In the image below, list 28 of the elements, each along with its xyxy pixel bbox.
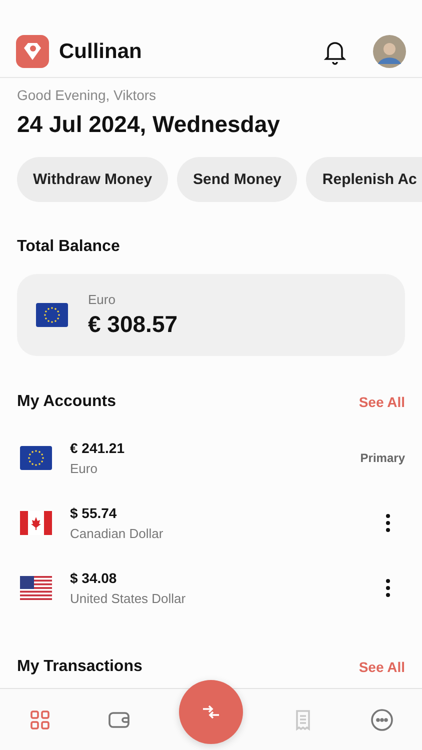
more-options-icon[interactable] — [386, 578, 390, 596]
currency-label: Euro — [88, 292, 116, 307]
avatar-icon[interactable] — [373, 35, 406, 68]
flag-icon — [36, 303, 68, 327]
action-chip[interactable]: Replenish Ac — [306, 157, 422, 202]
account-currency: Euro — [70, 460, 98, 476]
section-title: Total Balance — [17, 238, 120, 256]
more-options-icon[interactable] — [386, 514, 390, 532]
account-amount: € 241.21 — [70, 440, 124, 456]
greeting-text: Good Evening, Viktors — [16, 86, 158, 103]
primary-label: Primary — [360, 450, 405, 464]
flag-icon — [20, 510, 52, 534]
balance-amount: € 308.57 — [88, 311, 178, 338]
app-name: Cullinan — [59, 40, 143, 64]
account-amount: $ 34.08 — [70, 570, 118, 586]
date-heading: 24 Jul 2024, Wednesday — [16, 110, 281, 138]
logo-icon — [16, 35, 49, 68]
account-currency: Canadian Dollar — [70, 526, 164, 540]
flag-icon — [20, 576, 52, 600]
flag-icon — [20, 446, 52, 470]
section-title: My Transactions — [17, 658, 142, 676]
account-amount: $ 55.74 — [70, 504, 118, 520]
more-icon — [370, 708, 394, 732]
section-title: My Accounts — [17, 393, 116, 411]
action-chip[interactable]: Withdraw Money — [17, 157, 168, 202]
action-chip[interactable]: Send Money — [177, 157, 298, 202]
grid-icon — [28, 708, 52, 732]
account-currency: United States Dollar — [70, 590, 186, 606]
